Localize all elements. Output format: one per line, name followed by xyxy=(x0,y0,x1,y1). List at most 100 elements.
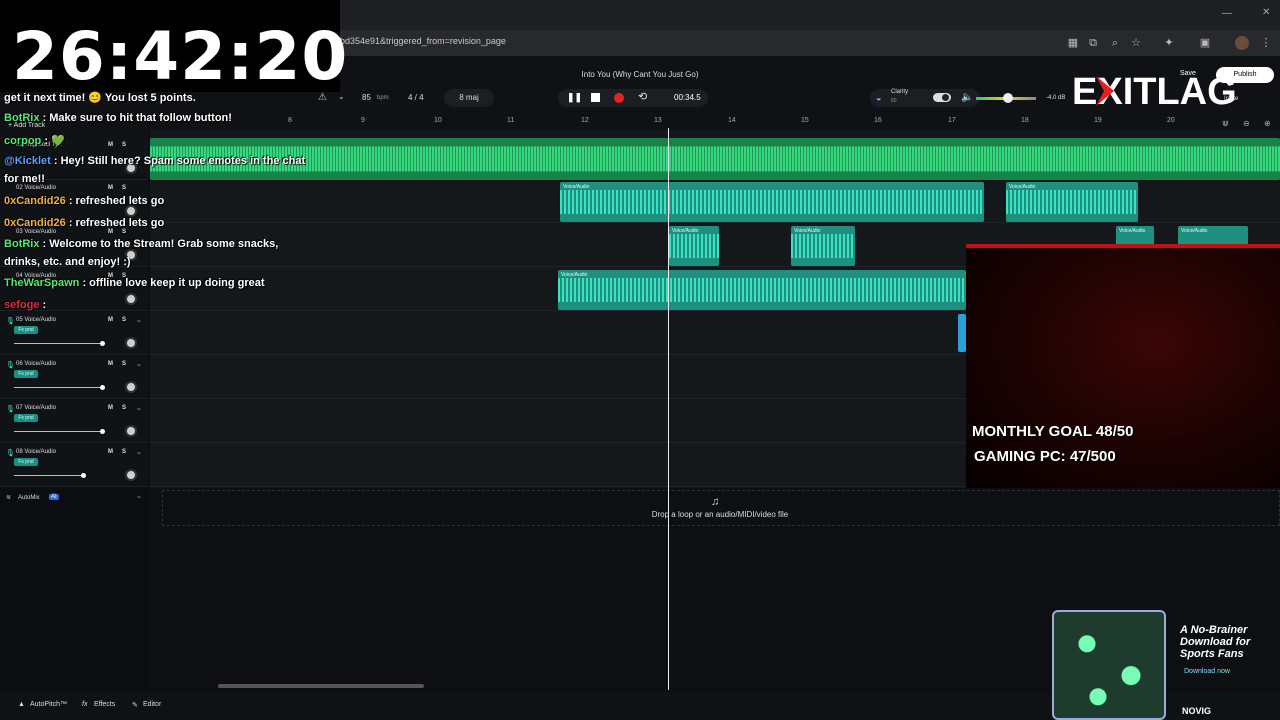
volume-handle[interactable] xyxy=(81,473,86,478)
fx-tag[interactable]: Fx pnd xyxy=(14,326,38,334)
audio-clip[interactable]: Voice/Audio xyxy=(669,226,719,266)
effects-button[interactable]: Effects xyxy=(94,701,115,708)
clarity-icon: ◒ xyxy=(876,93,882,103)
audio-clip[interactable] xyxy=(958,314,966,352)
menu-icon[interactable]: ⋮ xyxy=(1259,36,1273,50)
extensions-icon[interactable]: ✦ xyxy=(1162,36,1176,50)
chevron-down-icon[interactable]: ⌄ xyxy=(136,448,142,456)
chevron-down-icon[interactable]: ⌄ xyxy=(136,360,142,368)
cast-icon[interactable]: ⧉ xyxy=(1086,36,1100,50)
pause-icon[interactable]: ❚❚ xyxy=(567,92,582,103)
time-signature[interactable]: 4 / 4 xyxy=(408,93,424,102)
track-name[interactable]: 03 Voice/Audio xyxy=(16,229,56,235)
audio-clip[interactable]: Voice/Audio xyxy=(791,226,855,266)
chat-message: 0xCandid26 : refreshed lets go xyxy=(4,217,165,229)
ad-headline: A No-Brainer Download for Sports Fans xyxy=(1180,624,1251,660)
pan-knob[interactable] xyxy=(125,381,137,393)
editor-button[interactable]: Editor xyxy=(143,701,161,708)
volume-slider[interactable] xyxy=(14,387,104,388)
track-name[interactable]: 05 Voice/Audio xyxy=(16,317,56,323)
speaker-icon[interactable]: 🔈 xyxy=(961,92,973,103)
volume-slider[interactable] xyxy=(14,431,104,432)
chat-message: 0xCandid26 : refreshed lets go xyxy=(4,195,165,207)
track-header-7[interactable]: 🎙 07 Voice/Audio M S ⌄ Fx pnd xyxy=(0,400,148,443)
key-selector[interactable]: 8 maj xyxy=(444,89,494,107)
tab-icon[interactable]: ▦ xyxy=(1066,36,1080,50)
close-icon[interactable]: ✕ xyxy=(1262,7,1270,18)
solo-button[interactable]: S xyxy=(122,229,126,235)
playhead[interactable] xyxy=(668,128,669,690)
track-header-8[interactable]: 🎙 08 Voice/Audio M S ⌄ Fx pnd xyxy=(0,444,148,487)
track-name[interactable]: 08 Voice/Audio xyxy=(16,449,56,455)
solo-button[interactable]: S xyxy=(122,185,126,191)
url-text[interactable]: bd354e91&triggered_from=revision_page xyxy=(340,36,506,46)
solo-button[interactable]: S xyxy=(122,361,126,367)
record-icon[interactable] xyxy=(614,93,624,103)
zoom-icon[interactable]: ⌕ xyxy=(1108,36,1122,50)
audio-clip[interactable]: Voice/Audio xyxy=(1116,226,1154,246)
track-name[interactable]: 07 Voice/Audio xyxy=(16,405,56,411)
mute-button[interactable]: M xyxy=(108,449,113,455)
chevron-down-icon[interactable]: ⌄ xyxy=(136,404,142,412)
timeline-ruler[interactable] xyxy=(150,116,1280,130)
volume-handle[interactable] xyxy=(100,429,105,434)
mute-button[interactable]: M xyxy=(108,361,113,367)
stop-icon[interactable] xyxy=(591,93,600,102)
volume-handle[interactable] xyxy=(100,341,105,346)
ruler-tick: 14 xyxy=(728,117,736,124)
zoom-out-icon[interactable]: ⊖ xyxy=(1243,119,1250,128)
mute-button[interactable]: M xyxy=(108,405,113,411)
solo-button[interactable]: S xyxy=(122,317,126,323)
track-header-6[interactable]: 🎙 06 Voice/Audio M S ⌄ Fx pnd xyxy=(0,356,148,399)
chat-message: sefoge : xyxy=(4,299,47,311)
chevron-down-icon[interactable]: ⌄ xyxy=(136,492,142,500)
mute-button[interactable]: M xyxy=(108,142,113,148)
fx-tag[interactable]: Fx pnd xyxy=(14,458,38,466)
minimize-icon[interactable]: — xyxy=(1222,8,1232,19)
magnet-icon[interactable]: ⋓ xyxy=(1222,119,1229,128)
fx-tag[interactable]: Fx pnd xyxy=(14,370,38,378)
master-volume-handle[interactable] xyxy=(1003,93,1013,103)
volume-slider[interactable] xyxy=(14,343,104,344)
gaming-pc-goal: GAMING PC: 47/500 xyxy=(974,448,1116,465)
track-header-5[interactable]: 🎙 05 Voice/Audio M S ⌄ Fx pnd xyxy=(0,312,148,355)
fx-tag[interactable]: Fx pnd xyxy=(14,414,38,422)
audio-clip[interactable]: Voice/Audio xyxy=(1006,182,1138,222)
ruler-tick: 20 xyxy=(1167,117,1175,124)
sidepanel-icon[interactable]: ▣ xyxy=(1198,36,1212,50)
pan-knob[interactable] xyxy=(125,337,137,349)
clarity-value: 50 xyxy=(891,98,897,104)
track-name[interactable]: 06 Voice/Audio xyxy=(16,361,56,367)
ruler-tick: 8 xyxy=(288,117,292,124)
mute-button[interactable]: M xyxy=(108,229,113,235)
automix-label[interactable]: AutoMix xyxy=(18,495,40,501)
drop-zone[interactable] xyxy=(162,490,1280,526)
mute-button[interactable]: M xyxy=(108,185,113,191)
solo-button[interactable]: S xyxy=(122,449,126,455)
pan-knob[interactable] xyxy=(125,425,137,437)
chevron-down-icon[interactable]: ⌄ xyxy=(136,316,142,324)
audio-clip[interactable]: Voice/Audio xyxy=(1178,226,1248,246)
mute-button[interactable]: M xyxy=(108,317,113,323)
chat-message: TheWarSpawn : offline love keep it up do… xyxy=(4,277,265,289)
profile-avatar[interactable] xyxy=(1235,36,1249,50)
pan-knob[interactable] xyxy=(125,469,137,481)
bookmark-star-icon[interactable]: ☆ xyxy=(1129,36,1143,50)
song-title[interactable]: Into You (Why Cant You Just Go) xyxy=(540,70,740,79)
bpm-value[interactable]: 85 xyxy=(362,93,371,102)
autopitch-button[interactable]: AutoPitch™ xyxy=(30,701,67,708)
solo-button[interactable]: S xyxy=(122,405,126,411)
horizontal-scrollbar[interactable] xyxy=(218,684,424,688)
pan-knob[interactable] xyxy=(125,293,137,305)
audio-clip[interactable] xyxy=(150,138,1280,180)
audio-clip[interactable]: Voice/Audio xyxy=(560,182,984,222)
audio-clip[interactable]: Voice/Audio xyxy=(558,270,966,310)
solo-button[interactable]: S xyxy=(122,142,126,148)
ad-cta[interactable]: Download now xyxy=(1184,668,1274,675)
volume-handle[interactable] xyxy=(100,385,105,390)
track-name[interactable]: 02 Voice/Audio xyxy=(16,185,56,191)
monthly-goal: MONTHLY GOAL 48/50 xyxy=(972,423,1134,440)
loop-icon[interactable]: ⟲ xyxy=(638,90,647,103)
volume-slider[interactable] xyxy=(14,475,84,476)
zoom-in-icon[interactable]: ⊕ xyxy=(1264,119,1271,128)
